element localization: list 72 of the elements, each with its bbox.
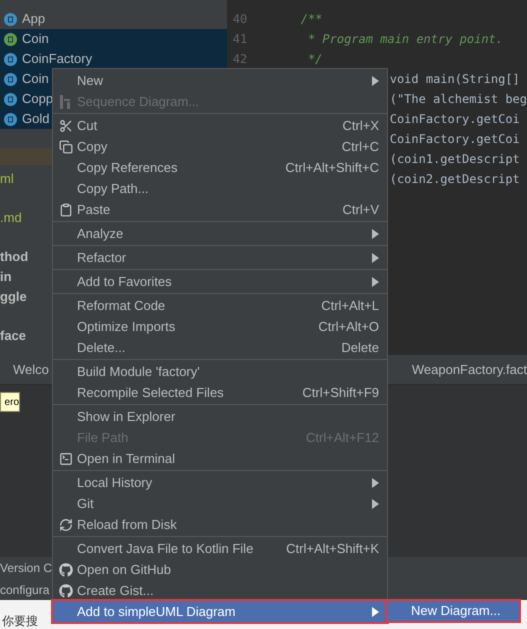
tree-item[interactable]: App	[0, 9, 227, 29]
code-line: ("The alchemist beg	[390, 91, 527, 108]
status-text: Version C	[0, 560, 52, 576]
submenu-arrow-icon	[372, 498, 379, 508]
github-icon	[59, 584, 73, 598]
code-line: CoinFactory.getCoi	[390, 131, 521, 148]
menu-item[interactable]: Local History	[53, 472, 387, 493]
menu-item[interactable]: Optimize Imports Ctrl+Alt+O	[53, 316, 387, 337]
menu-item[interactable]: Open on GitHub	[53, 559, 387, 580]
submenu-arrow-icon	[372, 606, 379, 616]
code-line: CoinFactory.getCoi	[390, 111, 521, 128]
tree-item-text: ggle	[0, 288, 27, 306]
line-number: 40	[232, 11, 248, 28]
tree-item-text: ml	[0, 170, 14, 188]
terminal-icon	[59, 452, 73, 466]
submenu-arrow-icon	[372, 478, 379, 488]
class-icon	[4, 112, 17, 126]
scissors-icon	[59, 118, 73, 132]
submenu-arrow-icon	[372, 76, 379, 86]
tree-item[interactable]: CoinFactory	[0, 49, 227, 69]
code-line: (coin2.getDescript	[390, 171, 521, 188]
code-line: /**	[300, 11, 322, 28]
menu-item[interactable]: Paste Ctrl+V	[53, 199, 387, 220]
submenu-arrow-icon	[372, 228, 379, 238]
menu-item[interactable]: Refactor	[53, 247, 387, 268]
menu-item[interactable]: Cut Ctrl+X	[53, 115, 387, 136]
menu-item[interactable]: Build Module 'factory'	[53, 361, 387, 382]
github-icon	[59, 562, 73, 576]
menu-item[interactable]: Convert Java File to Kotlin File Ctrl+Alt+Shift+K	[53, 538, 387, 559]
menu-item[interactable]: New Diagram...	[387, 601, 519, 621]
tree-item[interactable]: Coin	[0, 29, 227, 49]
line-number: 41	[232, 31, 248, 48]
enum-icon	[4, 72, 17, 86]
menu-item[interactable]: Add to simpleUML Diagram	[53, 601, 387, 622]
copy-icon	[59, 140, 73, 154]
menu-item[interactable]: Copy References Ctrl+Alt+Shift+C	[53, 157, 387, 178]
interface-icon	[4, 32, 17, 46]
menu-item[interactable]: Git	[53, 493, 387, 514]
tree-item-text: thod	[0, 248, 28, 266]
code-line: void main(String[]	[390, 71, 521, 88]
tree-item-text: face	[0, 327, 26, 345]
menu-item[interactable]: New	[53, 70, 387, 91]
code-line: (coin1.getDescript	[390, 151, 521, 168]
menu-item[interactable]: Analyze	[53, 223, 387, 244]
submenu-arrow-icon	[372, 252, 379, 262]
editor-tab[interactable]: WeaponFactory.fact	[412, 360, 527, 380]
menu-item[interactable]: Reformat Code Ctrl+Alt+L	[53, 295, 387, 316]
line-number: 42	[232, 51, 248, 68]
menu-item[interactable]: Show in Explorer	[53, 406, 387, 427]
search-text: 你要搜	[2, 613, 38, 629]
menu-item[interactable]: Open in Terminal	[53, 448, 387, 469]
tree-item-text: in	[0, 268, 12, 286]
class-icon	[4, 52, 17, 66]
reload-icon	[59, 518, 73, 532]
menu-item[interactable]: Create Gist...	[53, 580, 387, 601]
editor-tab[interactable]: Welco	[0, 360, 49, 380]
menu-item[interactable]: Copy Ctrl+C	[53, 136, 387, 157]
menu-item[interactable]: Copy Path...	[53, 178, 387, 199]
status-text: configura	[0, 582, 50, 598]
menu-item[interactable]: Reload from Disk	[53, 514, 387, 535]
class-icon	[4, 92, 17, 106]
code-line: * Program main entry point.	[306, 31, 504, 48]
code-line: */	[306, 51, 322, 68]
menu-item[interactable]: Add to Favorites	[53, 271, 387, 292]
paste-icon	[59, 202, 73, 216]
sequence-diagram-icon	[59, 94, 71, 108]
menu-item[interactable]: Delete... Delete	[53, 337, 387, 358]
submenu-arrow-icon	[372, 276, 379, 286]
diagram-node: ero	[0, 392, 20, 412]
class-icon	[4, 12, 17, 26]
tree-item-text: .md	[0, 209, 22, 227]
menu-item[interactable]: Recompile Selected Files Ctrl+Shift+F9	[53, 382, 387, 403]
